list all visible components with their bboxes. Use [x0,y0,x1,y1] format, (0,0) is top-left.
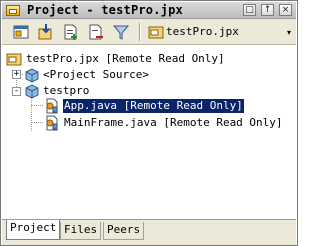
tree-node-label: App.java [Remote Read Only] [62,98,245,114]
expand-toggle[interactable]: + [12,70,21,79]
toolbar: testPro.jpx ▾ [2,19,296,45]
tree-node-label: testPro.jpx [Remote Read Only] [26,52,225,65]
pane-tabs: Project Files Peers [2,219,296,245]
tree-node-root[interactable]: testPro.jpx [Remote Read Only] [6,51,296,67]
tree-connector [31,96,32,131]
tree-node-label: <Project Source> [43,68,149,81]
chevron-down-icon[interactable]: ▾ [287,28,291,37]
project-tree[interactable]: testPro.jpx [Remote Read Only] + <Projec… [2,46,296,218]
project-file-icon [6,53,22,66]
close-button[interactable]: × [279,4,292,16]
package-icon [25,84,39,99]
tree-node-label: MainFrame.java [Remote Read Only] [64,116,283,129]
tab-peers[interactable]: Peers [103,222,145,240]
java-class-icon [46,115,58,131]
filter-icon[interactable] [112,23,130,41]
toolbar-separator [139,23,141,41]
tab-files[interactable]: Files [60,222,102,240]
tree-node-label: testpro [43,84,90,97]
java-class-icon [46,98,58,114]
project-selector[interactable]: testPro.jpx [166,25,239,38]
title-bar[interactable]: Project - testPro.jpx □ ↑ × [2,2,296,19]
pin-button[interactable]: ↑ [261,4,274,16]
tree-connector [31,122,43,123]
project-pane-icon[interactable] [12,23,30,41]
package-icon [25,68,39,83]
collapse-toggle[interactable]: - [12,87,21,96]
tree-node-mainframe-java[interactable]: MainFrame.java [Remote Read Only] [44,115,296,131]
window-title: Project - testPro.jpx [27,3,183,17]
remove-files-icon[interactable] [87,23,105,41]
import-icon[interactable] [37,23,55,41]
tree-connector [31,105,43,106]
project-pane-icon [6,5,20,16]
project-pane: Project - testPro.jpx □ ↑ × testPro.jpx … [0,0,298,246]
restore-button[interactable]: □ [243,4,256,16]
tree-node-project-source[interactable]: <Project Source> [24,67,224,83]
add-files-icon[interactable] [62,23,80,41]
tree-node-testpro[interactable]: testpro [24,83,224,99]
tab-project[interactable]: Project [6,220,61,240]
project-file-icon [148,26,164,39]
tree-node-app-java[interactable]: App.java [Remote Read Only] [44,98,296,114]
